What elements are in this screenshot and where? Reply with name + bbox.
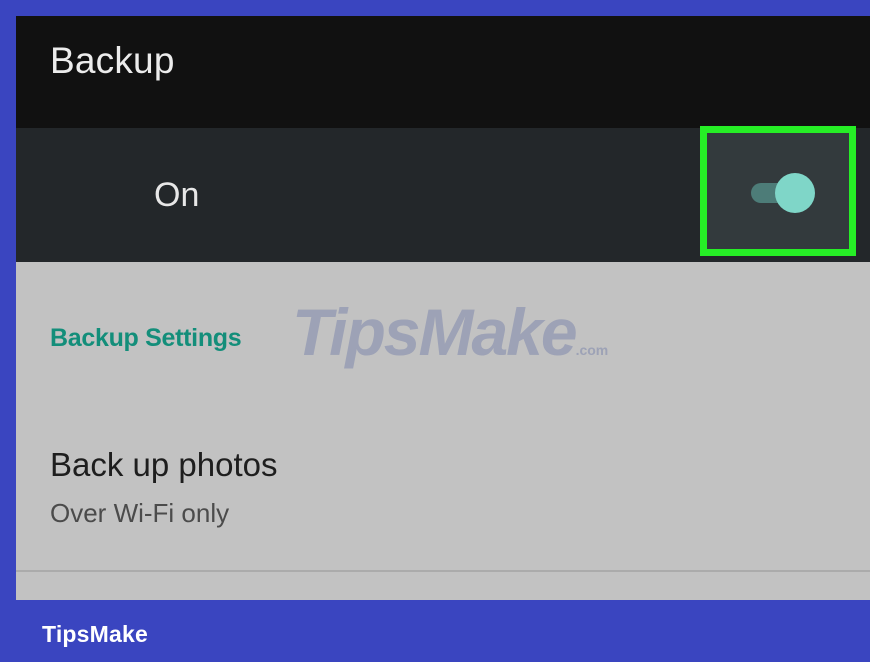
phone-screen: Backup On Backup Settings TipsMake.com B… <box>16 16 870 600</box>
master-switch-label: On <box>154 176 200 214</box>
page-title: Backup <box>50 40 175 81</box>
watermark-logo: TipsMake.com <box>292 294 608 370</box>
toggle-highlight-box <box>700 126 856 256</box>
master-switch-bar[interactable]: On <box>16 126 870 262</box>
list-item-title: Back up photos <box>50 446 278 483</box>
toggle-thumb <box>775 173 815 213</box>
list-divider <box>16 570 870 572</box>
watermark-suffix: .com <box>575 342 609 358</box>
backup-toggle-switch[interactable] <box>751 173 815 213</box>
section-header-backup-settings: Backup Settings <box>50 324 242 352</box>
watermark-text: TipsMake <box>292 295 578 369</box>
list-item-subtitle: Over Wi-Fi only <box>50 498 230 528</box>
footer-brand-label: TipsMake <box>42 621 148 647</box>
image-frame: Backup On Backup Settings TipsMake.com B… <box>0 0 870 662</box>
app-bar: Backup <box>16 16 870 128</box>
